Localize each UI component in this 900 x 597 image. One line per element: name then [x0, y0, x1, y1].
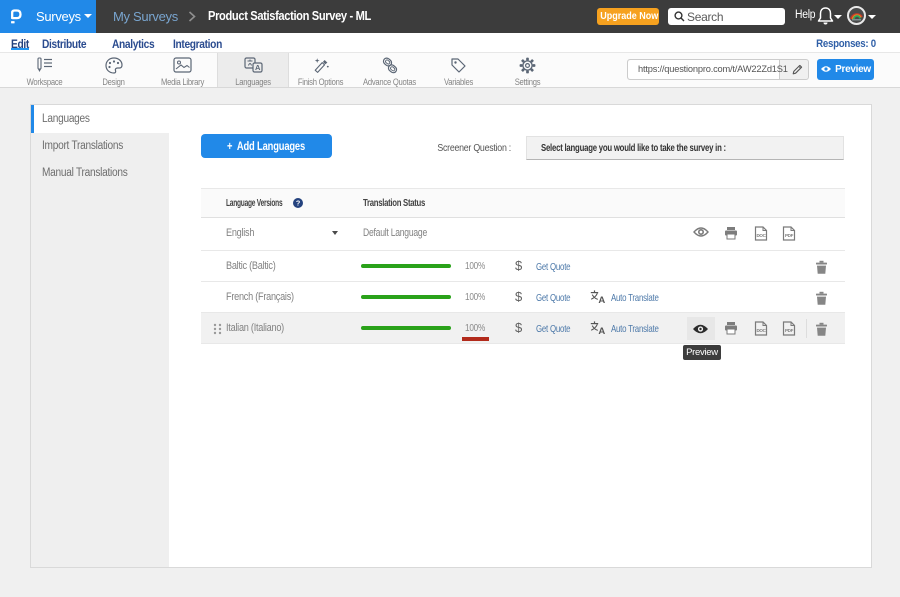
svg-text:A: A: [254, 63, 260, 72]
svg-text:A: A: [598, 295, 605, 304]
svg-text:A: A: [598, 326, 605, 335]
svg-text:DOC: DOC: [756, 233, 766, 238]
svg-text:PDF: PDF: [785, 328, 794, 333]
svg-text:DOC: DOC: [756, 328, 766, 333]
svg-text:PDF: PDF: [785, 233, 794, 238]
